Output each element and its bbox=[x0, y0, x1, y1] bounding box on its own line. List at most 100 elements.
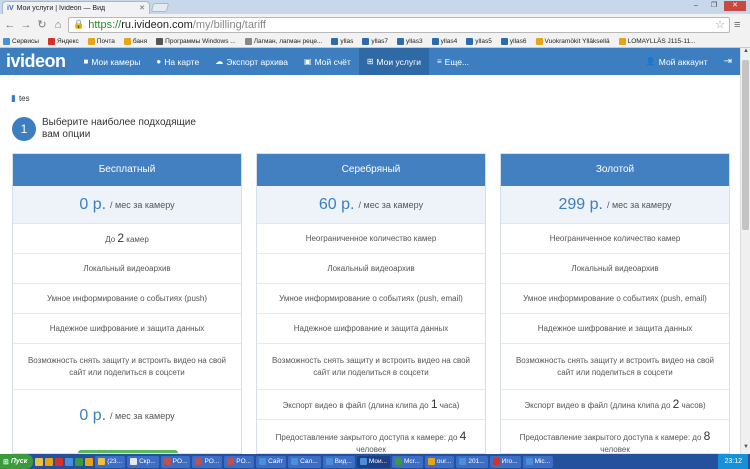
taskbar-window-button[interactable]: PO... bbox=[224, 455, 255, 468]
back-icon[interactable]: ← bbox=[4, 19, 16, 31]
bookmark-star-icon[interactable]: ☆ bbox=[715, 18, 725, 31]
taskbar-window-button[interactable]: our... bbox=[424, 455, 455, 468]
system-tray: 23:12 bbox=[718, 454, 748, 469]
quicklaunch-icon[interactable] bbox=[85, 457, 94, 466]
taskbar-window-button[interactable]: Mic... bbox=[522, 455, 554, 468]
nav-my-account-balance[interactable]: ▣ Мой счёт bbox=[296, 48, 359, 75]
taskbar-window-button[interactable]: Сайт bbox=[256, 455, 287, 468]
browser-tab[interactable]: iV Мои услуги | Ivideon — Вид ✕ bbox=[2, 1, 150, 14]
scroll-up-icon[interactable]: ▲ bbox=[741, 48, 750, 58]
start-label: Пуск bbox=[10, 458, 28, 465]
bookmark-item[interactable]: баня bbox=[123, 37, 147, 45]
bookmark-label: yllas6 bbox=[509, 37, 527, 45]
app-icon bbox=[525, 458, 533, 465]
minimize-icon[interactable]: ‒ bbox=[688, 1, 704, 11]
nav-account[interactable]: 👤 Мой аккаунт bbox=[638, 48, 716, 75]
bookmark-favicon-icon bbox=[244, 37, 252, 45]
bookmark-item[interactable]: yllas bbox=[331, 37, 353, 45]
bookmark-item[interactable]: LOMAYLLÄS J115-11... bbox=[618, 37, 696, 45]
bookmark-item[interactable]: Vuokramökit Ylläksellä bbox=[535, 37, 610, 45]
scroll-down-icon[interactable]: ▼ bbox=[741, 444, 750, 454]
bookmark-favicon-icon bbox=[47, 37, 55, 45]
bookmark-item[interactable]: Программы Windows ... bbox=[156, 37, 236, 45]
plan-card-free[interactable]: Бесплатный 0 р. / мес за камеру До 2 кам… bbox=[12, 153, 242, 454]
start-button[interactable]: ⊞ Пуск bbox=[0, 454, 34, 469]
bookmark-item[interactable]: Лагман, лагман реце... bbox=[244, 37, 322, 45]
quicklaunch-icon[interactable] bbox=[55, 457, 64, 466]
app-icon bbox=[427, 458, 435, 465]
logout-icon[interactable]: ⇥ bbox=[716, 56, 740, 67]
quicklaunch-icon[interactable] bbox=[45, 457, 54, 466]
ivideon-logo[interactable]: ivideon bbox=[0, 51, 76, 72]
feature-text: камер bbox=[124, 234, 149, 244]
taskbar-window-button[interactable]: PO... bbox=[192, 455, 223, 468]
nav-export-archive[interactable]: ☁ Экспорт архива bbox=[207, 48, 296, 75]
browser-toolbar: ← → ↻ ⌂ 🔒 https://ru.ivideon.com/my/bill… bbox=[0, 14, 750, 35]
taskbar-window-button[interactable]: Иго... bbox=[489, 455, 521, 468]
bookmark-item[interactable]: Почта bbox=[87, 37, 115, 45]
phone-camera-icon: ▮ bbox=[11, 93, 16, 103]
maximize-icon[interactable]: ❐ bbox=[706, 1, 722, 11]
price-unit: / мес за камеру bbox=[110, 199, 175, 210]
clock[interactable]: 23:12 bbox=[724, 458, 742, 465]
feature-access: Предоставление закрытого доступа к камер… bbox=[257, 420, 485, 454]
feature-cameras: Неограниченное количество камер bbox=[257, 224, 485, 254]
taskbar-window-button[interactable]: 201... bbox=[456, 455, 488, 468]
taskbar-window-label: PO... bbox=[204, 458, 220, 465]
browser-menu-icon[interactable]: ≡ bbox=[734, 19, 746, 31]
plan-card-gold[interactable]: Золотой 299 р. / мес за камеру Неогранич… bbox=[500, 153, 730, 454]
taskbar-window-button[interactable]: Скр... bbox=[127, 455, 159, 468]
feature-number: 8 bbox=[703, 428, 711, 443]
bookmark-item[interactable]: yllas7 bbox=[362, 37, 389, 45]
taskbar-window-label: Mic... bbox=[534, 458, 551, 465]
bookmark-item[interactable]: yllas5 bbox=[466, 37, 492, 45]
taskbar-window-button[interactable]: Mcr... bbox=[392, 455, 423, 468]
bookmark-item[interactable]: Сервисы bbox=[3, 37, 39, 45]
url-host: ru.ivideon.com bbox=[121, 18, 193, 31]
cloud-icon: ☁ bbox=[215, 57, 224, 66]
taskbar-window-label: Иго... bbox=[501, 458, 518, 465]
plan-title: Золотой bbox=[501, 154, 729, 186]
app-icon bbox=[395, 458, 403, 465]
home-icon[interactable]: ⌂ bbox=[52, 19, 64, 31]
feature-text: До bbox=[105, 234, 118, 244]
taskbar-window-button[interactable]: Мои... bbox=[356, 455, 391, 468]
nav-map[interactable]: ● На карте bbox=[148, 48, 207, 75]
app-navbar: ivideon ■ Мои камеры ● На карте ☁ Экспор… bbox=[0, 48, 740, 75]
bookmark-label: yllas7 bbox=[371, 37, 389, 45]
feature-notify: Умное информирование о событиях (push, e… bbox=[257, 284, 485, 314]
windows-taskbar: ⊞ Пуск (23... Скр... PO... PO... PO... Сайт Са… bbox=[0, 454, 750, 469]
quicklaunch-icon[interactable] bbox=[75, 457, 84, 466]
taskbar-window-button[interactable]: Вид... bbox=[322, 455, 355, 468]
feature-cameras: Неограниченное количество камер bbox=[501, 224, 729, 254]
camera-icon: ■ bbox=[83, 57, 89, 66]
taskbar-window-button[interactable]: (23... bbox=[95, 455, 126, 468]
plan-price: 60 р. / мес за камеру bbox=[257, 186, 485, 224]
nav-label: Мой счёт bbox=[314, 56, 351, 67]
nav-my-cameras[interactable]: ■ Мои камеры bbox=[76, 48, 149, 75]
address-bar[interactable]: 🔒 https://ru.ivideon.com/my/billing/tari… bbox=[68, 16, 730, 33]
camera-selector[interactable]: ▮ tes bbox=[11, 93, 30, 104]
bookmark-item[interactable]: yllas6 bbox=[500, 37, 527, 45]
bookmark-item[interactable]: Яндекс bbox=[47, 37, 79, 45]
taskbar-window-button[interactable]: Сал... bbox=[288, 455, 321, 468]
quicklaunch-icon[interactable] bbox=[35, 457, 44, 466]
page-scrollbar[interactable]: ▲ ▼ bbox=[740, 48, 750, 454]
bookmark-item[interactable]: yllas3 bbox=[397, 37, 423, 45]
close-window-icon[interactable]: ✕ bbox=[724, 1, 746, 11]
new-tab-button[interactable] bbox=[150, 3, 170, 12]
forward-icon[interactable]: → bbox=[20, 19, 32, 31]
bookmark-item[interactable]: yllas4 bbox=[431, 37, 457, 45]
nav-my-services[interactable]: ⊞ Мои услуги bbox=[358, 48, 429, 75]
close-tab-icon[interactable]: ✕ bbox=[139, 4, 145, 12]
bookmark-label: yllas3 bbox=[406, 37, 423, 45]
bookmark-favicon-icon bbox=[331, 37, 339, 45]
plan-card-silver[interactable]: Серебряный 60 р. / мес за камеру Неогран… bbox=[256, 153, 486, 454]
reload-icon[interactable]: ↻ bbox=[36, 18, 48, 31]
nav-label: На карте bbox=[164, 56, 200, 67]
bookmarks-bar: Сервисы Яндекс Почта баня Программы Windows … bbox=[0, 35, 750, 48]
taskbar-window-button[interactable]: PO... bbox=[160, 455, 191, 468]
scroll-thumb[interactable] bbox=[742, 60, 749, 230]
nav-more[interactable]: ≡ Еще... bbox=[429, 48, 477, 75]
quicklaunch-icon[interactable] bbox=[65, 457, 74, 466]
